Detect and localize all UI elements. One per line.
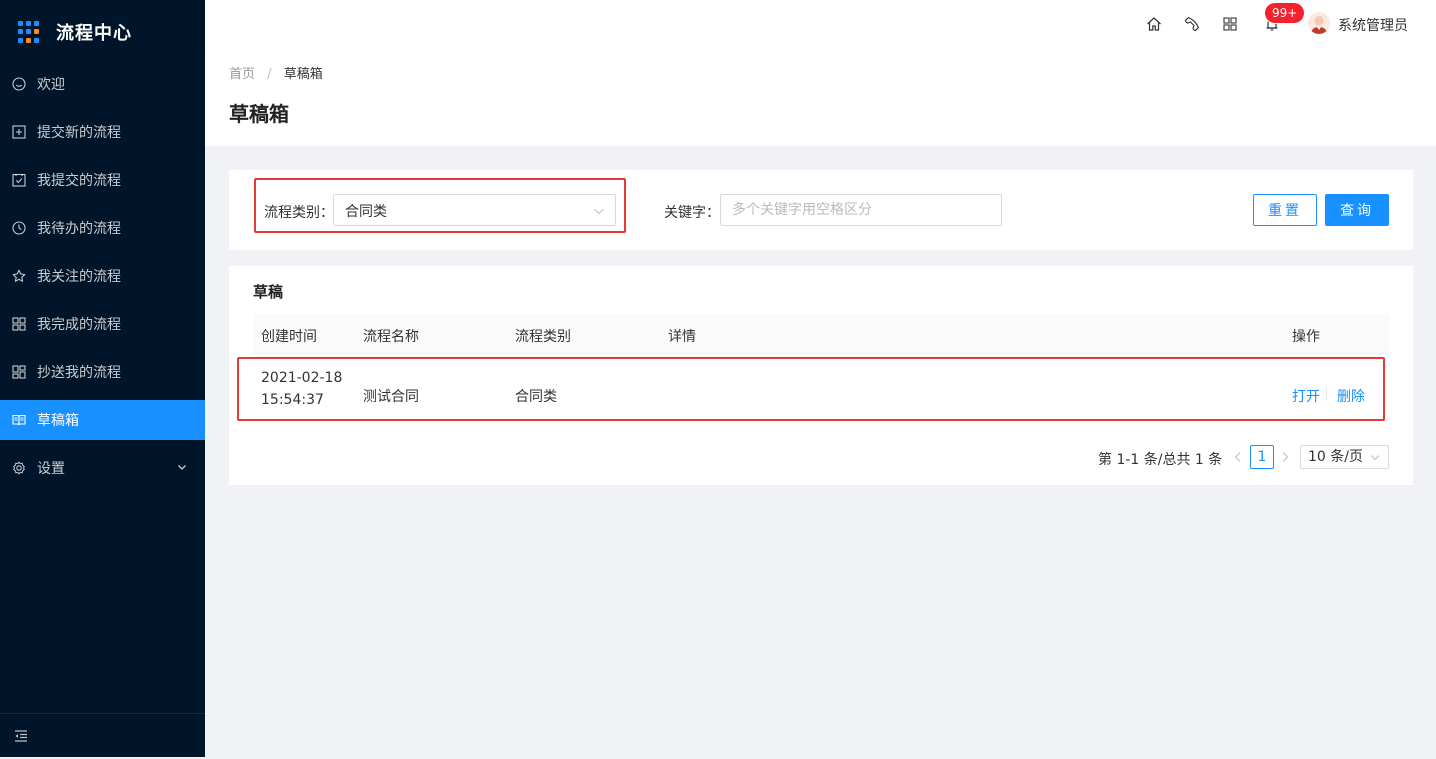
appstore-icon[interactable] <box>1222 16 1238 32</box>
column-header-actions: 操作 <box>1292 329 1320 345</box>
sidebar-item-my-completed[interactable]: 我完成的流程 <box>0 304 205 344</box>
page-size-select[interactable]: 10 条/页 <box>1300 445 1389 469</box>
sidebar-item-cc-to-me[interactable]: 抄送我的流程 <box>0 352 205 392</box>
chevron-left-icon[interactable] <box>1231 450 1245 464</box>
breadcrumb: 首页 / 草稿箱 <box>229 63 323 82</box>
copy-icon <box>12 365 26 379</box>
filter-card: 流程类别： 合同类 关键字： 重置 查询 <box>229 170 1413 250</box>
star-icon <box>12 269 26 283</box>
sidebar-item-label: 欢迎 <box>37 77 65 93</box>
chevron-down-icon <box>1370 455 1380 461</box>
breadcrumb-current: 草稿箱 <box>283 67 323 82</box>
sidebar-item-my-todo[interactable]: 我待办的流程 <box>0 208 205 248</box>
table-header: 创建时间 流程名称 流程类别 详情 操作 <box>253 314 1389 354</box>
page-title: 草稿箱 <box>229 102 289 126</box>
pagination-current-page[interactable]: 1 <box>1250 445 1274 469</box>
pagination-total: 第 1-1 条/总共 1 条 <box>1098 452 1223 468</box>
column-header-detail: 详情 <box>668 329 696 345</box>
avatar[interactable] <box>1308 12 1330 34</box>
sidebar-item-submit-new[interactable]: 提交新的流程 <box>0 112 205 152</box>
chevron-down-icon <box>178 465 186 470</box>
notification-badge: 99+ <box>1265 3 1305 23</box>
check-square-icon <box>12 173 26 187</box>
sidebar-item-label: 提交新的流程 <box>37 125 121 141</box>
plus-square-icon <box>12 125 26 139</box>
top-header: 99+ 系统管理员 <box>205 0 1436 48</box>
sidebar-item-label: 草稿箱 <box>37 413 79 429</box>
logo[interactable]: 流程中心 <box>0 0 205 64</box>
column-header-created-time: 创建时间 <box>261 329 317 345</box>
setting-icon <box>12 461 26 475</box>
sidebar-item-label: 我完成的流程 <box>37 317 121 333</box>
breadcrumb-home[interactable]: 首页 <box>229 67 255 82</box>
menu-fold-icon <box>15 729 27 742</box>
collapse-sidebar-button[interactable] <box>0 713 205 757</box>
sidebar-item-label: 我待办的流程 <box>37 221 121 237</box>
home-icon[interactable] <box>1146 16 1162 32</box>
search-button[interactable]: 查询 <box>1325 194 1389 226</box>
column-header-category: 流程类别 <box>515 329 571 345</box>
drafts-table-card: 草稿 创建时间 流程名称 流程类别 详情 操作 2021-02-18 15:54… <box>229 266 1413 485</box>
breadcrumb-separator: / <box>267 67 272 82</box>
logo-grid-icon <box>18 21 40 43</box>
clock-icon <box>12 221 26 235</box>
book-icon <box>12 413 26 427</box>
sidebar-item-label: 抄送我的流程 <box>37 365 121 381</box>
highlight-box-row <box>237 357 1385 421</box>
page-header: 首页 / 草稿箱 草稿箱 <box>205 48 1436 146</box>
highlight-box-category <box>254 178 626 233</box>
sidebar-item-welcome[interactable]: 欢迎 <box>0 64 205 104</box>
sidebar-item-my-followed[interactable]: 我关注的流程 <box>0 256 205 296</box>
sidebar-item-label: 我关注的流程 <box>37 269 121 285</box>
username[interactable]: 系统管理员 <box>1338 15 1408 35</box>
phone-icon[interactable] <box>1184 16 1200 32</box>
app-title: 流程中心 <box>56 23 132 44</box>
page-size-value: 10 条/页 <box>1308 449 1363 465</box>
smile-icon <box>12 77 26 91</box>
chevron-right-icon[interactable] <box>1278 450 1292 464</box>
sidebar-item-drafts[interactable]: 草稿箱 <box>0 400 205 440</box>
column-header-name: 流程名称 <box>363 329 419 345</box>
keyword-label: 关键字： <box>664 205 720 221</box>
keyword-input[interactable] <box>720 194 1002 226</box>
sidebar-menu: 欢迎 提交新的流程 我提交的流程 我待办的流程 我关注的流程 我完成的流程 抄送… <box>0 64 205 488</box>
appstore-icon <box>12 317 26 331</box>
sidebar-item-label: 我提交的流程 <box>37 173 121 189</box>
card-title: 草稿 <box>253 283 284 301</box>
reset-button[interactable]: 重置 <box>1253 194 1317 226</box>
sidebar-item-my-submitted[interactable]: 我提交的流程 <box>0 160 205 200</box>
sidebar-item-label: 设置 <box>37 461 65 477</box>
sidebar: 流程中心 欢迎 提交新的流程 我提交的流程 我待办的流程 我关注的流程 我完成的… <box>0 0 205 757</box>
sidebar-item-settings[interactable]: 设置 <box>0 448 205 488</box>
